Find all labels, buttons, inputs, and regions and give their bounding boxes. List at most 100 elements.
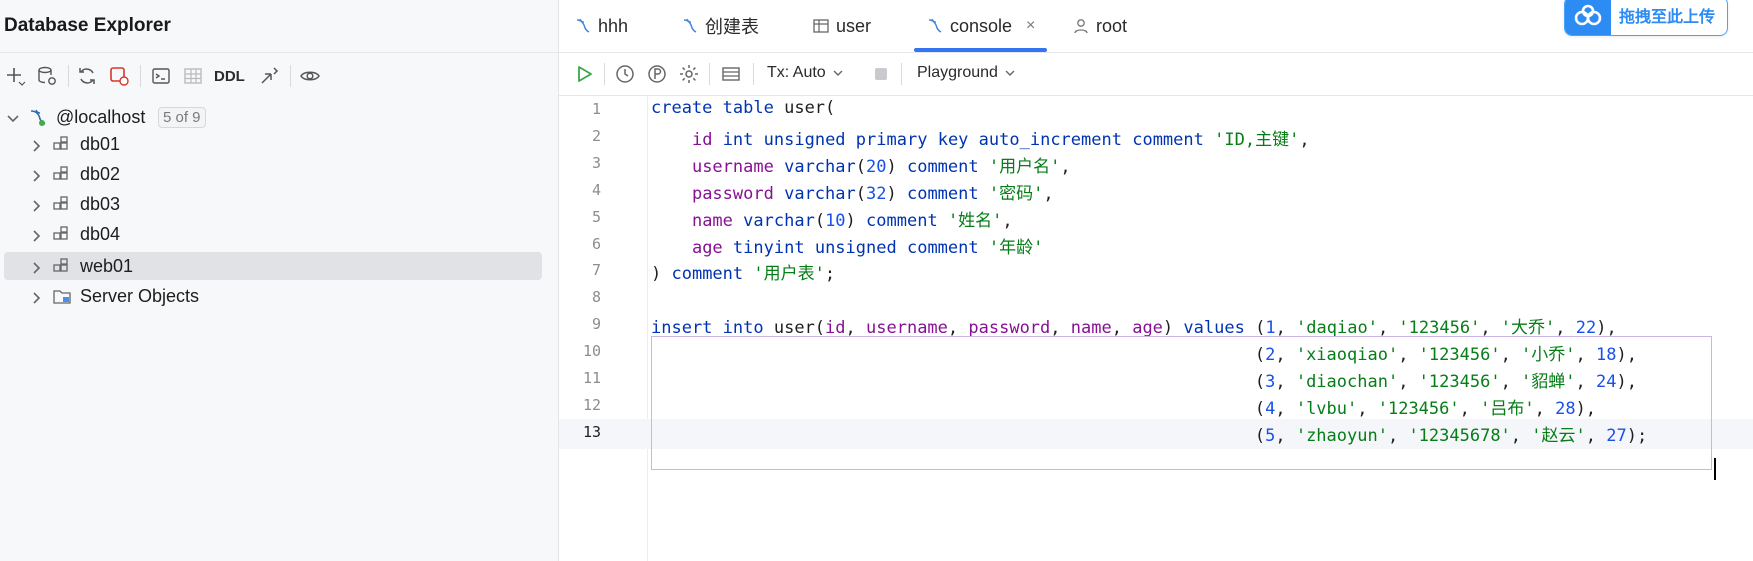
code-text[interactable]: age tinyint unsigned comment '年龄' xyxy=(651,233,1043,258)
line-number: 3 xyxy=(591,153,601,172)
code-text[interactable]: (5, 'zhaoyun', '12345678', '赵云', 27); xyxy=(651,421,1647,446)
line-number: 12 xyxy=(582,395,601,414)
console-icon[interactable] xyxy=(148,63,174,89)
parameters-icon[interactable] xyxy=(645,62,669,86)
schema-icon xyxy=(52,256,72,276)
toolbar-separator xyxy=(290,65,291,87)
user-icon xyxy=(1074,19,1088,34)
toolbar-separator xyxy=(709,63,710,85)
code-text[interactable]: id int unsigned primary key auto_increme… xyxy=(651,125,1310,150)
line-number: 8 xyxy=(591,288,601,307)
code-line[interactable]: 12 (4, 'lvbu', '123456', '吕布', 28), xyxy=(559,392,1753,422)
line-number: 9 xyxy=(591,315,601,334)
table-icon[interactable] xyxy=(180,63,206,89)
code-text[interactable]: name varchar(10) comment '姓名', xyxy=(651,206,1013,231)
schema-icon xyxy=(52,134,72,154)
toolbar-separator xyxy=(901,63,902,85)
code-line[interactable]: 10 (2, 'xiaoqiao', '123456', '小乔', 18), xyxy=(559,338,1753,368)
code-text[interactable]: password varchar(32) comment '密码', xyxy=(651,179,1054,204)
tree-item-server-objects[interactable]: Server Objects xyxy=(0,282,542,310)
line-number: 1 xyxy=(591,100,601,118)
disconnect-icon[interactable] xyxy=(106,63,132,89)
code-line[interactable]: 13 (5, 'zhaoyun', '12345678', '赵云', 27); xyxy=(559,418,1753,449)
tree-item-db04[interactable]: db04 xyxy=(0,220,542,248)
settings-icon[interactable] xyxy=(677,62,701,86)
code-line[interactable]: 8 xyxy=(559,284,1753,314)
schema-icon xyxy=(52,224,72,244)
database-explorer-panel: Database Explorer DDL @localhost 5 of 9 … xyxy=(0,0,559,561)
tree-item-label: db01 xyxy=(80,133,121,154)
chevron-right-icon[interactable] xyxy=(30,197,44,212)
tree-item-db03[interactable]: db03 xyxy=(0,190,542,218)
chevron-right-icon[interactable] xyxy=(30,137,44,152)
code-text[interactable]: ) comment '用户表'; xyxy=(651,259,835,284)
line-number: 13 xyxy=(582,422,601,441)
chevron-right-icon[interactable] xyxy=(30,227,44,242)
tree-item-db02[interactable]: db02 xyxy=(0,160,542,188)
code-line[interactable]: 11 (3, 'diaochan', '123456', '貂蝉', 24), xyxy=(559,365,1753,395)
code-text[interactable]: username varchar(20) comment '用户名', xyxy=(651,152,1071,177)
line-number: 11 xyxy=(582,369,601,387)
upload-label: 拖拽至此上传 xyxy=(1619,9,1716,26)
code-line[interactable]: 5 name varchar(10) comment '姓名', xyxy=(559,204,1753,234)
tab-label: console xyxy=(950,15,1013,36)
toolbar-separator xyxy=(753,63,754,85)
code-text[interactable]: create table user( xyxy=(651,98,835,118)
toolbar-separator xyxy=(604,63,605,85)
stop-icon[interactable] xyxy=(869,62,893,86)
line-number: 7 xyxy=(591,261,601,280)
tab-hhh[interactable]: hhh xyxy=(574,0,628,52)
code-line[interactable]: 3 username varchar(20) comment '用户名', xyxy=(559,150,1753,180)
ddl-button[interactable]: DDL xyxy=(214,63,245,89)
code-text[interactable]: (3, 'diaochan', '123456', '貂蝉', 24), xyxy=(651,367,1637,392)
datasource-properties-icon[interactable] xyxy=(34,63,60,89)
tab-root[interactable]: root xyxy=(1072,0,1127,52)
code-line[interactable]: 2 id int unsigned primary key auto_incre… xyxy=(559,123,1753,153)
line-number: 6 xyxy=(591,234,601,253)
code-line[interactable]: 4 password varchar(32) comment '密码', xyxy=(559,177,1753,207)
sql-file-icon xyxy=(683,18,697,33)
history-icon[interactable] xyxy=(613,62,637,86)
code-line[interactable]: 6 age tinyint unsigned comment '年龄' xyxy=(559,231,1753,261)
add-icon[interactable] xyxy=(2,63,28,89)
execute-icon[interactable] xyxy=(572,62,596,86)
code-text[interactable]: (2, 'xiaoqiao', '123456', '小乔', 18), xyxy=(651,340,1637,365)
code-text[interactable]: (4, 'lvbu', '123456', '吕布', 28), xyxy=(651,394,1596,419)
upload-button[interactable]: 拖拽至此上传 xyxy=(1564,0,1728,36)
table-icon xyxy=(813,19,829,33)
tree-item-label: db03 xyxy=(80,193,121,214)
tab-console[interactable]: console × xyxy=(914,0,1048,52)
cloud-upload-icon xyxy=(1565,0,1611,35)
sql-file-icon xyxy=(928,18,942,33)
chevron-down-icon[interactable] xyxy=(6,110,20,124)
refresh-icon[interactable] xyxy=(74,63,100,89)
tree-item-web01[interactable]: web01 xyxy=(4,252,542,280)
view-options-icon[interactable] xyxy=(297,63,323,89)
tab-user[interactable]: user xyxy=(812,0,871,52)
code-line[interactable]: 1 create table user( xyxy=(559,96,1753,126)
code-editor[interactable]: 1 create table user( 2 id int unsigned pri… xyxy=(559,96,1753,561)
tree-item-db01[interactable]: db01 xyxy=(0,130,542,158)
tree-item-label: db02 xyxy=(80,163,121,184)
code-text[interactable]: insert into user(id, username, password,… xyxy=(651,313,1617,338)
transaction-mode-dropdown[interactable]: Tx: Auto xyxy=(767,64,844,82)
chevron-right-icon[interactable] xyxy=(30,289,44,304)
code-line[interactable]: 9 insert into user(id, username, password… xyxy=(559,311,1753,341)
tree-item-label: db04 xyxy=(80,223,121,244)
tab-create-table[interactable]: 创建表 xyxy=(681,0,759,52)
explorer-toolbar: DDL xyxy=(0,56,558,96)
playground-dropdown[interactable]: Playground xyxy=(917,64,1016,82)
code-line[interactable]: 7 ) comment '用户表'; xyxy=(559,257,1753,287)
line-number: 4 xyxy=(591,180,601,199)
sql-file-icon xyxy=(576,18,590,33)
chevron-down-icon xyxy=(833,70,843,76)
results-table-icon[interactable] xyxy=(719,62,743,86)
playground-label: Playground xyxy=(917,64,998,81)
jump-to-source-icon[interactable] xyxy=(256,63,282,89)
chevron-right-icon[interactable] xyxy=(30,167,44,182)
close-icon[interactable]: × xyxy=(1026,17,1035,35)
chevron-right-icon[interactable] xyxy=(30,259,44,274)
active-tab-indicator xyxy=(914,48,1048,52)
tree-root-localhost[interactable]: @localhost 5 of 9 xyxy=(0,103,542,131)
chevron-down-icon xyxy=(1005,70,1015,76)
